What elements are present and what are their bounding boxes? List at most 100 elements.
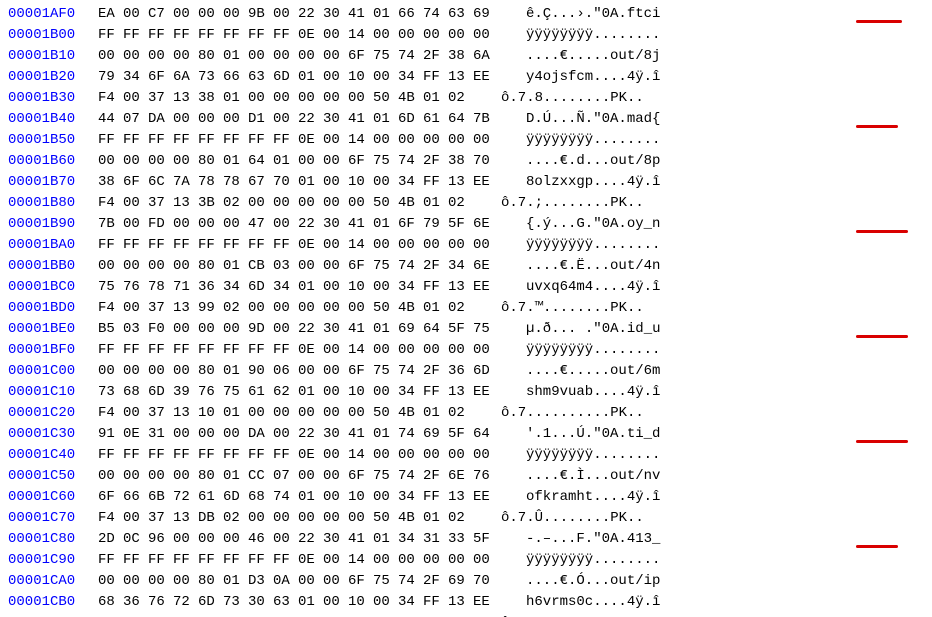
hex-byte: 6F: [348, 466, 373, 487]
ascii-column: y4ojsfcm....4ÿ.î: [498, 67, 660, 88]
ascii-column: ....€.Ë...out/4n: [498, 256, 660, 277]
hex-byte: 00: [298, 508, 323, 529]
offset-column: 00001CA0: [8, 571, 98, 592]
hex-byte: 00: [398, 445, 423, 466]
hex-byte: 00: [248, 613, 273, 617]
ascii-column: D.Ú...Ñ."0A.mad{: [498, 109, 660, 130]
hex-row: 00001B10000000008001000000006F75742F386A…: [8, 46, 932, 67]
hex-byte: 01: [223, 151, 248, 172]
hex-byte: 73: [198, 67, 223, 88]
offset-column: 00001B20: [8, 67, 98, 88]
hex-row: 00001C606F666B72616D68740100100034FF13EE…: [8, 487, 932, 508]
hex-byte: 00: [298, 151, 323, 172]
hex-byte: 67: [248, 172, 273, 193]
hex-byte: 02: [448, 613, 473, 617]
hex-byte: 80: [198, 256, 223, 277]
hex-byte: 00: [348, 508, 373, 529]
hex-row: 00001C1073686D39767561620100100034FF13EE…: [8, 382, 932, 403]
hex-byte: 70: [273, 172, 298, 193]
hex-byte: 34: [123, 67, 148, 88]
hex-byte: EE: [473, 382, 498, 403]
hex-bytes-column: 7576787136346D340100100034FF13EE: [98, 277, 498, 298]
hex-byte: 00: [398, 550, 423, 571]
offset-column: 00001CB0: [8, 592, 98, 613]
ascii-column: ô.7..........PK..: [473, 403, 644, 424]
hex-bytes-column: 000000008001CC0700006F75742F6E76: [98, 466, 498, 487]
hex-byte: 00: [348, 193, 373, 214]
hex-byte: FF: [273, 235, 298, 256]
hex-bytes-column: F400371310010000000000504B0102: [98, 403, 473, 424]
hex-byte: FF: [223, 130, 248, 151]
hex-byte: 00: [473, 445, 498, 466]
hex-byte: 00: [373, 445, 398, 466]
hex-byte: 00: [323, 130, 348, 151]
hex-byte: 5F: [473, 529, 498, 550]
hex-byte: 22: [298, 109, 323, 130]
hex-byte: F4: [98, 403, 123, 424]
hex-byte: FF: [173, 235, 198, 256]
hex-byte: 13: [173, 298, 198, 319]
hex-byte: 38: [198, 88, 223, 109]
hex-row: 00001C00000000008001900600006F75742F366D…: [8, 361, 932, 382]
hex-row: 00001BD0F400371399020000000000504B0102ô.…: [8, 298, 932, 319]
hex-byte: 00: [298, 571, 323, 592]
hex-byte: FF: [198, 550, 223, 571]
hex-byte: 6F: [98, 487, 123, 508]
hex-byte: 36: [123, 592, 148, 613]
ascii-column: ô.7..........PK..: [473, 613, 644, 617]
hex-byte: FF: [248, 550, 273, 571]
offset-column: 00001B90: [8, 214, 98, 235]
hex-byte: 00: [98, 361, 123, 382]
hex-byte: 01: [298, 277, 323, 298]
hex-byte: FF: [248, 25, 273, 46]
hex-byte: 6E: [473, 256, 498, 277]
hex-byte: FF: [273, 25, 298, 46]
hex-byte: 6D: [148, 382, 173, 403]
hex-byte: 69: [423, 424, 448, 445]
hex-byte: 66: [398, 4, 423, 25]
offset-column: 00001B00: [8, 25, 98, 46]
hex-byte: FF: [98, 445, 123, 466]
hex-byte: 5F: [448, 214, 473, 235]
hex-byte: 5F: [448, 319, 473, 340]
hex-byte: 37: [148, 88, 173, 109]
hex-byte: 61: [198, 487, 223, 508]
hex-byte: 01: [298, 487, 323, 508]
hex-byte: 37: [148, 508, 173, 529]
ascii-column: ÿÿÿÿÿÿÿÿ........: [498, 550, 660, 571]
hex-row: 00001C50000000008001CC0700006F75742F6E76…: [8, 466, 932, 487]
hex-byte: 73: [98, 382, 123, 403]
highlight-underline: [856, 230, 908, 233]
offset-column: 00001B40: [8, 109, 98, 130]
hex-byte: 00: [398, 25, 423, 46]
hex-byte: 6F: [123, 172, 148, 193]
hex-byte: FF: [173, 550, 198, 571]
hex-byte: 13: [448, 277, 473, 298]
hex-byte: 01: [223, 571, 248, 592]
hex-byte: 00: [323, 571, 348, 592]
hex-byte: 00: [298, 613, 323, 617]
hex-byte: 6F: [398, 214, 423, 235]
hex-byte: 0E: [298, 550, 323, 571]
hex-byte: 00: [473, 130, 498, 151]
hex-byte: 34: [448, 256, 473, 277]
hex-byte: 02: [223, 508, 248, 529]
ascii-column: ô.7.™........PK..: [473, 298, 644, 319]
hex-byte: FF: [198, 445, 223, 466]
hex-byte: FF: [248, 445, 273, 466]
hex-byte: 00: [323, 88, 348, 109]
hex-byte: 00: [323, 613, 348, 617]
hex-byte: 34: [398, 67, 423, 88]
hex-byte: 30: [323, 214, 348, 235]
hex-byte: 66: [123, 487, 148, 508]
hex-byte: 00: [323, 403, 348, 424]
hex-byte: 01: [223, 403, 248, 424]
offset-column: 00001B60: [8, 151, 98, 172]
hex-byte: F4: [98, 88, 123, 109]
hex-byte: 00: [273, 508, 298, 529]
hex-byte: 13: [448, 592, 473, 613]
hex-byte: 33: [448, 529, 473, 550]
hex-bytes-column: F40037130F010000000000504B0102: [98, 613, 473, 617]
hex-byte: 00: [273, 424, 298, 445]
hex-byte: 10: [348, 67, 373, 88]
